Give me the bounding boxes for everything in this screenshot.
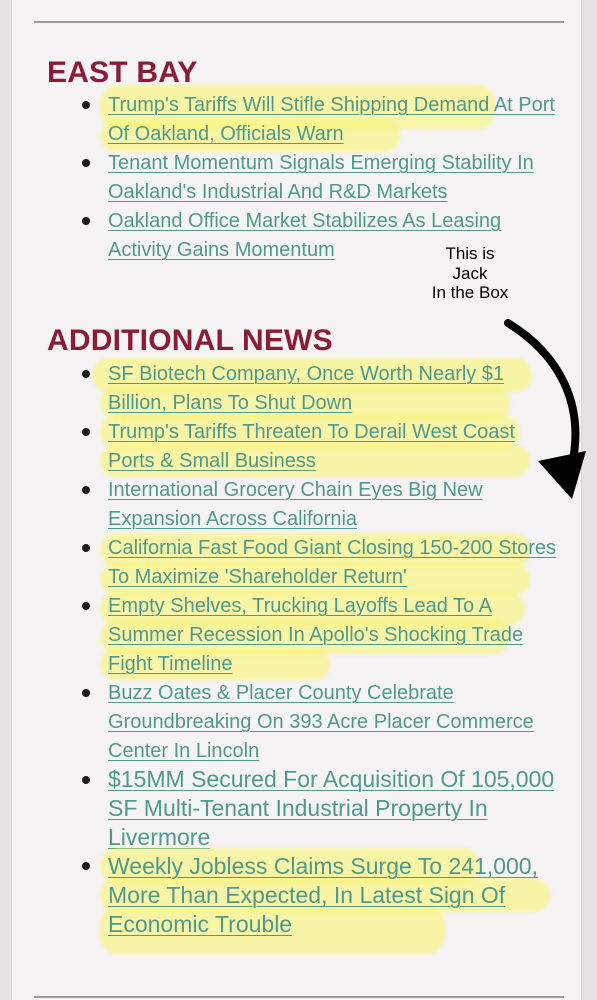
news-link[interactable]: Trump's Tariffs Will Stifle Shipping Dem… [108,91,558,149]
bullet [82,602,90,610]
bottom-divider [34,996,564,998]
news-link[interactable]: Buzz Oates & Placer County Celebrate Gro… [108,679,558,766]
bullet [82,217,90,225]
handwritten-note: This is Jack In the Box [415,244,525,303]
bullet [82,689,90,697]
bullet [82,776,90,784]
news-link[interactable]: Weekly Jobless Claims Surge To 241,000, … [108,852,558,939]
news-link[interactable]: California Fast Food Giant Closing 150-2… [108,534,558,592]
bullet [82,159,90,167]
bullet [82,862,90,870]
news-link[interactable]: Empty Shelves, Trucking Layoffs Lead To … [108,592,558,679]
section-title-additional-news: ADDITIONAL NEWS [47,324,333,357]
bullet [82,370,90,378]
news-link[interactable]: International Grocery Chain Eyes Big New… [108,476,558,534]
news-link[interactable]: SF Biotech Company, Once Worth Nearly $1… [108,360,558,418]
note-line: In the Box [431,283,509,302]
bullet [82,544,90,552]
news-link[interactable]: Trump's Tariffs Threaten To Derail West … [108,418,558,476]
bullet [82,101,90,109]
news-link[interactable]: $15MM Secured For Acquisition Of 105,000… [108,765,558,852]
bullet [82,428,90,436]
bullet [82,486,90,494]
note-line: Jack [452,263,488,283]
top-divider [34,21,564,23]
note-line: This is [445,244,495,263]
news-link[interactable]: Tenant Momentum Signals Emerging Stabili… [108,149,558,207]
